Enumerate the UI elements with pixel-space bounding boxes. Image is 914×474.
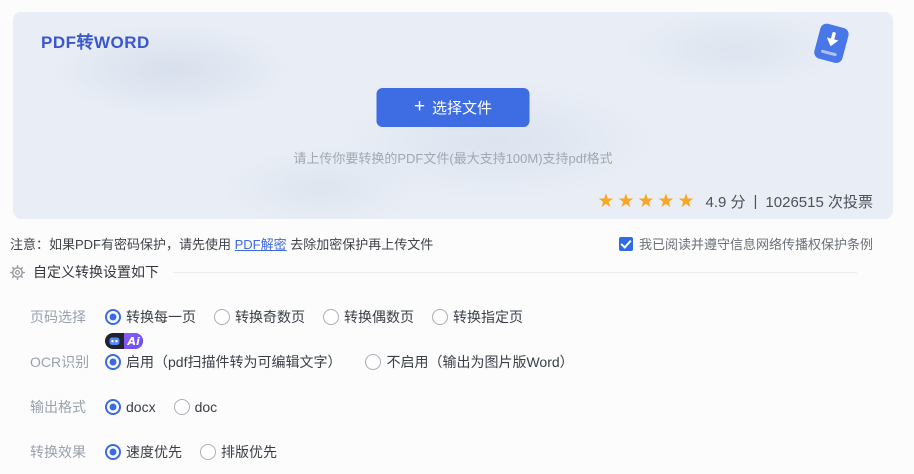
notice-row: 注意：如果PDF有密码保护，请先使用 PDF解密 去除加密保护再上传文件 我已阅… [10, 234, 873, 253]
radio-option-even-pages[interactable]: 转换偶数页 [323, 307, 414, 327]
rating-votes: 1026515 次投票 [765, 194, 873, 211]
settings-rows: 页码选择 转换每一页 转换奇数页 转换偶数页 转换指定页 Ai OCR识别 启用… [30, 294, 904, 474]
notice-prefix: 注意：如果PDF有密码保护，请先使用 [10, 237, 235, 252]
radio-icon[interactable] [365, 353, 382, 370]
radio-option-every-page[interactable]: 转换每一页 [105, 307, 196, 327]
radio-icon[interactable] [200, 443, 216, 460]
select-file-button[interactable]: + 选择文件 [376, 88, 530, 127]
setting-label: 输出格式 [30, 398, 86, 415]
star-rating-icons[interactable]: ★★★★★ [597, 192, 697, 211]
radio-option-layout-first[interactable]: 排版优先 [200, 442, 277, 462]
setting-row-ocr: Ai OCR识别 启用（pdf扫描件转为可编辑文字） 不启用（输出为图片版Wor… [30, 333, 904, 384]
page-title: PDF转WORD [41, 33, 150, 52]
pdf-decrypt-link[interactable]: PDF解密 [235, 237, 287, 252]
settings-title: 自定义转换设置如下 [33, 264, 159, 280]
setting-row-convert-effect: 转换效果 速度优先 排版优先 [30, 429, 904, 474]
header-divider [173, 271, 857, 273]
agreement-label: 我已阅读并遵守信息网络传播权保护条例 [638, 237, 873, 252]
gear-icon [10, 264, 25, 280]
radio-icon[interactable] [323, 308, 339, 325]
radio-option-docx[interactable]: docx [105, 398, 156, 415]
radio-selected-icon[interactable] [105, 353, 121, 370]
agreement-checkbox-row[interactable]: 我已阅读并遵守信息网络传播权保护条例 [618, 234, 873, 253]
radio-option-doc[interactable]: doc [173, 398, 217, 415]
rating-divider: | [753, 193, 758, 210]
radio-option-ocr-disable[interactable]: 不启用（输出为图片版Word） [365, 352, 574, 372]
select-file-label: 选择文件 [432, 100, 493, 117]
radio-icon[interactable] [214, 308, 230, 325]
setting-label: 页码选择 [30, 308, 86, 325]
password-notice: 注意：如果PDF有密码保护，请先使用 PDF解密 去除加密保护再上传文件 [10, 234, 433, 253]
svg-text:Ai: Ai [127, 335, 141, 348]
radio-selected-icon[interactable] [105, 443, 121, 460]
ai-robot-badge-icon: Ai [105, 333, 143, 349]
setting-row-page-range: 页码选择 转换每一页 转换奇数页 转换偶数页 转换指定页 [30, 294, 904, 339]
plus-icon: + [413, 96, 426, 117]
rating-score: 4.9 分 [705, 194, 746, 211]
radio-option-odd-pages[interactable]: 转换奇数页 [214, 307, 305, 327]
checkbox-checked-icon[interactable] [618, 236, 633, 251]
radio-option-speed-first[interactable]: 速度优先 [105, 442, 182, 462]
setting-label: 转换效果 [30, 443, 86, 460]
radio-selected-icon[interactable] [105, 308, 121, 325]
radio-option-ocr-enable[interactable]: 启用（pdf扫描件转为可编辑文字） [105, 352, 341, 372]
pdf-download-logo-icon [811, 22, 852, 69]
radio-icon[interactable] [432, 308, 448, 325]
upload-banner: PDF转WORD + 选择文件 请上传你要转换的PDF文件(最大支持100M)支… [13, 12, 893, 219]
radio-icon[interactable] [173, 398, 190, 415]
rating-bar: ★★★★★ 4.9 分 | 1026515 次投票 [597, 191, 873, 212]
settings-header: 自定义转换设置如下 [10, 262, 857, 282]
radio-selected-icon[interactable] [105, 398, 121, 415]
setting-row-output-format: 输出格式 docx doc [30, 384, 904, 429]
upload-hint-text: 请上传你要转换的PDF文件(最大支持100M)支持pdf格式 [293, 151, 613, 166]
radio-option-custom-pages[interactable]: 转换指定页 [432, 307, 523, 327]
setting-label: OCR识别 [30, 353, 90, 370]
notice-suffix: 去除加密保护再上传文件 [286, 237, 434, 252]
